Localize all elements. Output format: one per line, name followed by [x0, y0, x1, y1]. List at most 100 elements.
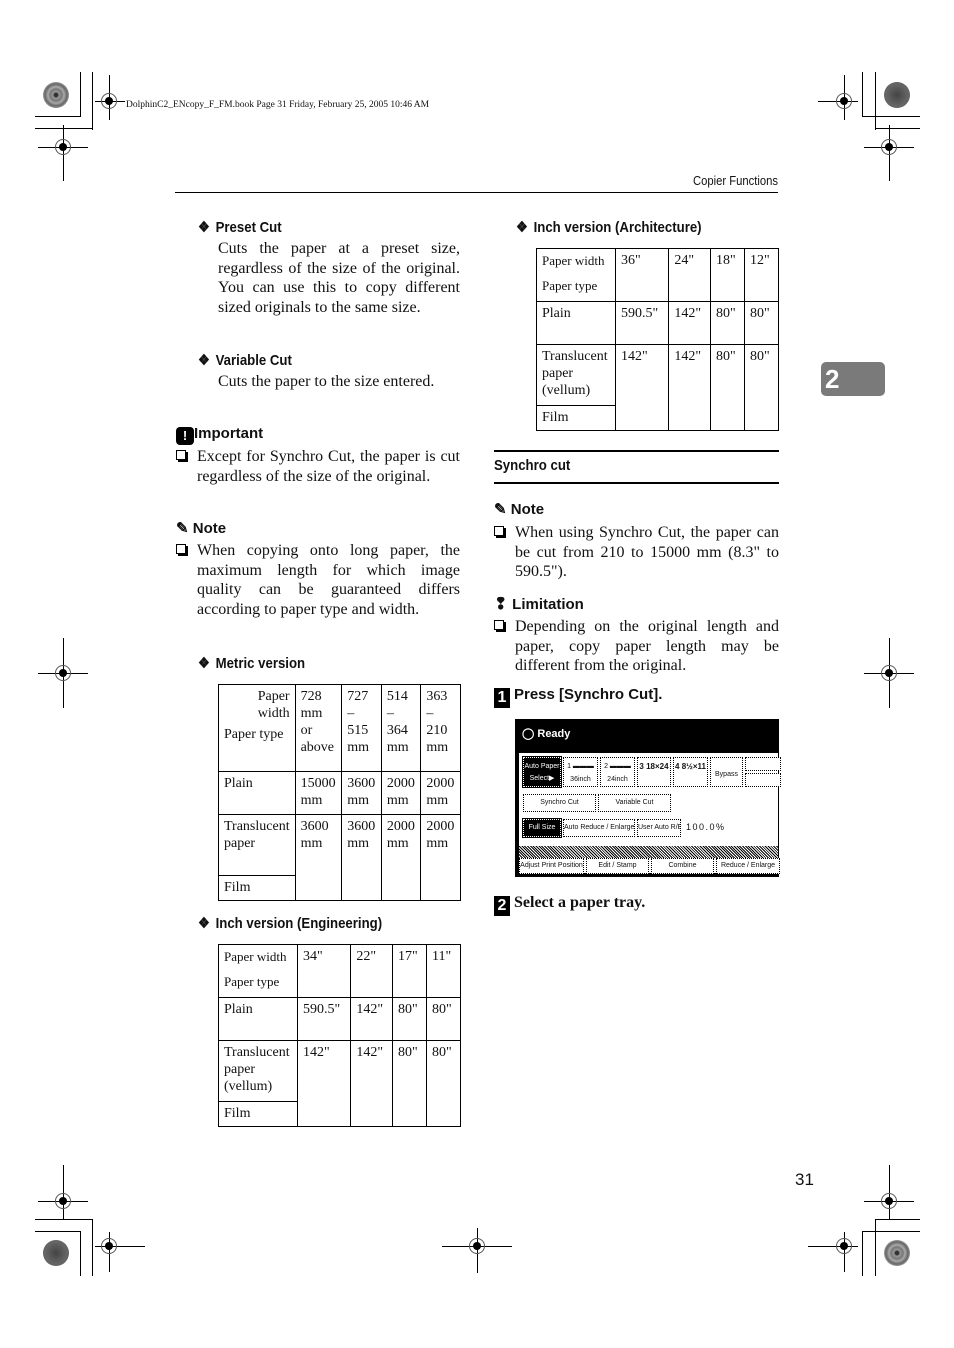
blank-button[interactable] [745, 757, 781, 771]
engineering-heading: ❖ Inch version (Engineering) [198, 915, 383, 932]
ratio-value: 100.0% [686, 822, 726, 832]
checkbox-bullet-icon [176, 544, 186, 554]
section-title: Synchro cut [494, 457, 571, 474]
diamond-bullet-icon: ❖ [198, 915, 210, 932]
tray-1-button[interactable]: 1 ▬▬▬ 36inch [563, 757, 598, 787]
section-rule-top [494, 450, 779, 452]
column-header: 18" [710, 248, 745, 302]
step-1: 1 Press [Synchro Cut]. [494, 686, 662, 708]
important-item: Except for Synchro Cut, the paper is cut… [176, 447, 460, 486]
header-cell: Paper width Paper type [218, 944, 298, 998]
chapter-tab: 2 [821, 362, 885, 396]
synchro-cut-button[interactable]: Synchro Cut [523, 794, 596, 812]
step-number-icon: 2 [494, 896, 510, 916]
column-header: 24" [668, 248, 712, 302]
table-row: Translucent paper (vellum) 142" 142" 80"… [536, 344, 779, 431]
panel-divider [519, 846, 778, 858]
architecture-table: Paper width Paper type 36" 24" 18" 12" Pl… [536, 248, 779, 431]
header-rule [175, 192, 778, 193]
step-number-icon: 1 [494, 688, 510, 708]
copier-control-panel: ◯ Ready Auto Paper Select▶ 1 ▬▬▬ 36inch … [515, 719, 781, 877]
column-header: 363 – 210 mm [420, 684, 461, 772]
preset-cut-heading: ❖ Preset Cut [198, 219, 282, 236]
registration-mark-icon [101, 1238, 117, 1254]
book-file-info: DolphinC2_ENcopy_F_FM.book Page 31 Frida… [126, 100, 430, 110]
registration-mark-icon [836, 1238, 852, 1254]
column-header: 11" [426, 944, 461, 998]
diamond-bullet-icon: ❖ [516, 219, 528, 236]
table-row: Plain 590.5" 142" 80" 80" [218, 997, 461, 1041]
pencil-icon: ✎ [176, 520, 189, 537]
column-header: 514 – 364 mm [380, 684, 422, 772]
column-header: 12" [744, 248, 779, 302]
blank-button[interactable] [745, 773, 781, 787]
registration-disc-icon [884, 82, 910, 108]
table-row: Plain 15000 mm 3600 mm 2000 mm 2000 mm [218, 771, 461, 815]
registration-disc-icon [884, 1240, 910, 1266]
variable-cut-button[interactable]: Variable Cut [598, 794, 671, 812]
header-cell: Paper width Paper type [218, 684, 296, 772]
status-display: ◯ Ready [522, 728, 571, 740]
metric-heading: ❖ Metric version [198, 655, 306, 672]
tab-edit-stamp[interactable]: Edit / Stamp [586, 858, 649, 874]
diamond-bullet-icon: ❖ [198, 655, 210, 672]
note-heading: ✎ Note [494, 501, 545, 518]
registration-mark-icon [469, 1238, 485, 1254]
bypass-tray-button[interactable]: Bypass [710, 757, 743, 787]
page-number: 31 [795, 1170, 814, 1189]
column-header: 17" [392, 944, 427, 998]
important-icon: ! [176, 427, 194, 445]
registration-mark-icon [881, 665, 897, 681]
tray-auto-paper-select[interactable]: Auto Paper Select▶ [522, 756, 562, 788]
registration-mark-icon [55, 665, 71, 681]
column-header: 727 – 515 mm [341, 684, 382, 772]
registration-mark-icon [101, 93, 117, 109]
tab-reduce-enlarge[interactable]: Reduce / Enlarge [716, 858, 780, 874]
registration-mark-icon [836, 93, 852, 109]
note-item: When copying onto long paper, the maximu… [176, 541, 460, 619]
diamond-bullet-icon: ❖ [198, 219, 210, 236]
important-heading: ! Important [176, 425, 263, 445]
auto-reduce-enlarge-button[interactable]: Auto Reduce / Enlarge [563, 819, 635, 837]
column-header: 728 mm or above [294, 684, 343, 772]
full-size-button[interactable]: Full Size [522, 818, 562, 838]
limitation-icon: ❢ [494, 596, 508, 613]
section-rule-bottom [494, 482, 779, 484]
table-row: Translucent paper (vellum) 142" 142" 80"… [218, 1040, 461, 1127]
tray-3-button[interactable]: 3 18×24 [637, 757, 671, 787]
checkbox-bullet-icon [176, 450, 186, 460]
engineering-table: Paper width Paper type 34" 22" 17" 11" Pl… [218, 944, 461, 1127]
tab-adjust-print-position[interactable]: Adjust Print Position [519, 858, 584, 874]
tab-combine[interactable]: Combine [651, 858, 714, 874]
note-item: When using Synchro Cut, the paper can be… [494, 523, 779, 582]
diamond-bullet-icon: ❖ [198, 352, 210, 369]
registration-disc-icon [43, 1240, 69, 1266]
tray-4-button[interactable]: 4 8½×11 [673, 757, 708, 787]
variable-cut-heading: ❖ Variable Cut [198, 352, 292, 369]
user-auto-re-button[interactable]: User Auto R/E [637, 819, 681, 837]
ready-icon: ◯ [522, 728, 535, 740]
variable-cut-text: Cuts the paper to the size entered. [218, 373, 435, 390]
metric-table: Paper width Paper type 728 mm or above 72… [218, 684, 461, 901]
running-header: Copier Functions [692, 174, 778, 188]
limitation-heading: ❢ Limitation [494, 596, 584, 613]
table-row: Translucent paper 3600 mm 3600 mm 2000 m… [218, 814, 461, 901]
step-2: 2 Select a paper tray. [494, 894, 645, 916]
column-header: 36" [614, 248, 670, 302]
tray-2-button[interactable]: 2 ▬▬▬ 24inch [600, 757, 635, 787]
note-heading: ✎ Note [176, 520, 227, 537]
registration-mark-icon [55, 1193, 71, 1209]
registration-disc-icon [43, 82, 69, 108]
registration-mark-icon [881, 139, 897, 155]
header-cell: Paper width Paper type [536, 248, 616, 302]
checkbox-bullet-icon [494, 620, 504, 630]
architecture-heading: ❖ Inch version (Architecture) [516, 219, 702, 236]
preset-cut-text: Cuts the paper at a preset size, regardl… [218, 240, 460, 316]
checkbox-bullet-icon [494, 526, 504, 536]
limitation-item: Depending on the original length and pap… [494, 617, 779, 676]
registration-mark-icon [881, 1193, 897, 1209]
table-row: Plain 590.5" 142" 80" 80" [536, 301, 779, 345]
column-header: 34" [296, 944, 352, 998]
registration-mark-icon [55, 139, 71, 155]
pencil-icon: ✎ [494, 501, 507, 518]
